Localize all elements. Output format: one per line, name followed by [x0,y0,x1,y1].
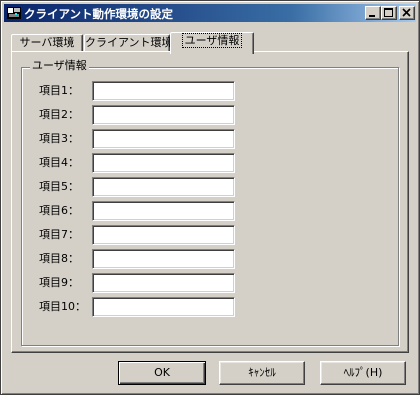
dialog-window: クライアント動作環境の設定 サーバ環境 クライアント環境 ユーザ情報 ユーザ情報… [0,0,420,395]
close-icon [402,8,411,17]
field-input-1[interactable] [92,81,235,101]
cancel-button[interactable]: ｷｬﾝｾﾙ [219,361,305,385]
field-input-8[interactable] [92,249,235,269]
ok-button[interactable]: OK [118,361,206,385]
tab-user-info[interactable]: ユーザ情報 [170,32,254,54]
help-button[interactable]: ﾍﾙﾌﾟ(H) [320,361,406,385]
tab-label: サーバ環境 [19,36,75,49]
field-label-3: 項目3： [39,132,79,145]
minimize-icon [369,15,375,17]
field-input-5[interactable] [92,177,235,197]
close-button[interactable] [399,6,415,20]
field-label-4: 項目4： [39,156,79,169]
field-input-6[interactable] [92,201,235,221]
field-label-2: 項目2： [39,108,79,121]
window-title: クライアント動作環境の設定 [24,7,174,21]
maximize-button[interactable] [381,6,397,20]
field-label-10: 項目10： [39,300,86,313]
tab-panel-user-info: ユーザ情報 項目1： 項目2： 項目3： 項目4： 項目5： 項目6： 項目7：… [11,51,409,353]
tab-label: ユーザ情報 [181,33,243,48]
field-input-4[interactable] [92,153,235,173]
maximize-icon [384,8,393,17]
field-input-3[interactable] [92,129,235,149]
field-label-8: 項目8： [39,252,79,265]
app-icon[interactable] [6,5,22,21]
field-label-7: 項目7： [39,228,79,241]
field-input-2[interactable] [92,105,235,125]
tab-server-environment[interactable]: サーバ環境 [11,34,83,52]
groupbox-label: ユーザ情報 [30,59,89,73]
tab-label: クライアント環境 [85,36,173,49]
field-label-9: 項目9： [39,276,79,289]
title-bar[interactable]: クライアント動作環境の設定 [4,4,416,22]
minimize-button[interactable] [365,6,381,20]
tab-client-environment[interactable]: クライアント環境 [84,34,173,52]
field-label-1: 項目1： [39,84,79,97]
field-label-5: 項目5： [39,180,79,193]
field-input-7[interactable] [92,225,235,245]
field-input-10[interactable] [92,297,235,317]
field-input-9[interactable] [92,273,235,293]
field-label-6: 項目6： [39,204,79,217]
